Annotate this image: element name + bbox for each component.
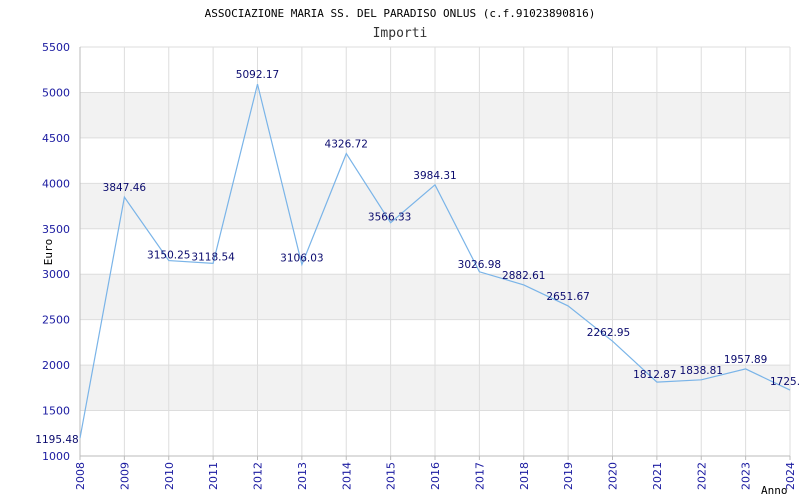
y-tick-label: 1000 [42, 450, 70, 463]
data-label: 2651.67 [546, 291, 589, 303]
x-tick-label: 2010 [163, 462, 176, 490]
x-tick-label: 2019 [562, 462, 575, 490]
data-label: 1725.6 [770, 376, 800, 388]
y-axis-label: Euro [42, 239, 55, 266]
x-tick-label: 2021 [651, 462, 664, 490]
data-label: 3106.03 [280, 253, 323, 265]
line-chart: 1000 1500 2000 2500 3000 3500 4000 4500 5000 5500… [0, 0, 800, 500]
data-label: 4326.72 [325, 139, 368, 151]
y-tick-label: 1500 [42, 405, 70, 418]
data-label: 3118.54 [191, 251, 235, 263]
data-label: 3566.33 [368, 212, 411, 224]
data-label: 5092.17 [236, 69, 279, 81]
data-label: 1838.81 [680, 365, 723, 377]
data-label: 2882.61 [502, 270, 545, 282]
data-label: 1957.89 [724, 354, 767, 366]
chart-title: ASSOCIAZIONE MARIA SS. DEL PARADISO ONLU… [205, 7, 596, 20]
y-tick-label: 5000 [42, 86, 70, 99]
data-label: 1812.87 [633, 369, 676, 381]
x-tick-label: 2023 [740, 462, 753, 490]
x-tick-label: 2018 [518, 462, 531, 490]
data-label: 1195.48 [35, 434, 78, 446]
x-tick-label: 2012 [252, 462, 265, 490]
y-tick-label: 5500 [42, 41, 70, 54]
x-axis-label: Anno [761, 484, 788, 497]
x-tick-label: 2020 [607, 462, 620, 490]
x-tick-label: 2015 [385, 462, 398, 490]
y-tick-label: 2000 [42, 359, 70, 372]
x-tick-label: 2008 [74, 462, 87, 490]
data-label: 3026.98 [458, 259, 501, 271]
x-tick-label: 2013 [296, 462, 309, 490]
data-label: 3984.31 [413, 170, 456, 182]
x-tick-label: 2016 [429, 462, 442, 490]
x-tick-label: 2022 [695, 462, 708, 490]
data-label: 3150.25 [147, 250, 190, 262]
y-tick-label: 2500 [42, 314, 70, 327]
x-tick-label: 2014 [340, 462, 353, 490]
chart-subtitle: Importi [373, 26, 428, 41]
y-tick-label: 3000 [42, 268, 70, 281]
y-tick-label: 4500 [42, 132, 70, 145]
chart-background [0, 0, 800, 500]
x-tick-label: 2009 [118, 462, 131, 490]
y-tick-label: 3500 [42, 223, 70, 236]
data-label: 2262.95 [587, 327, 630, 339]
data-label: 3847.46 [103, 182, 147, 194]
x-tick-label: 2017 [473, 462, 486, 490]
y-tick-label: 4000 [42, 177, 70, 190]
x-tick-label: 2011 [207, 462, 220, 490]
